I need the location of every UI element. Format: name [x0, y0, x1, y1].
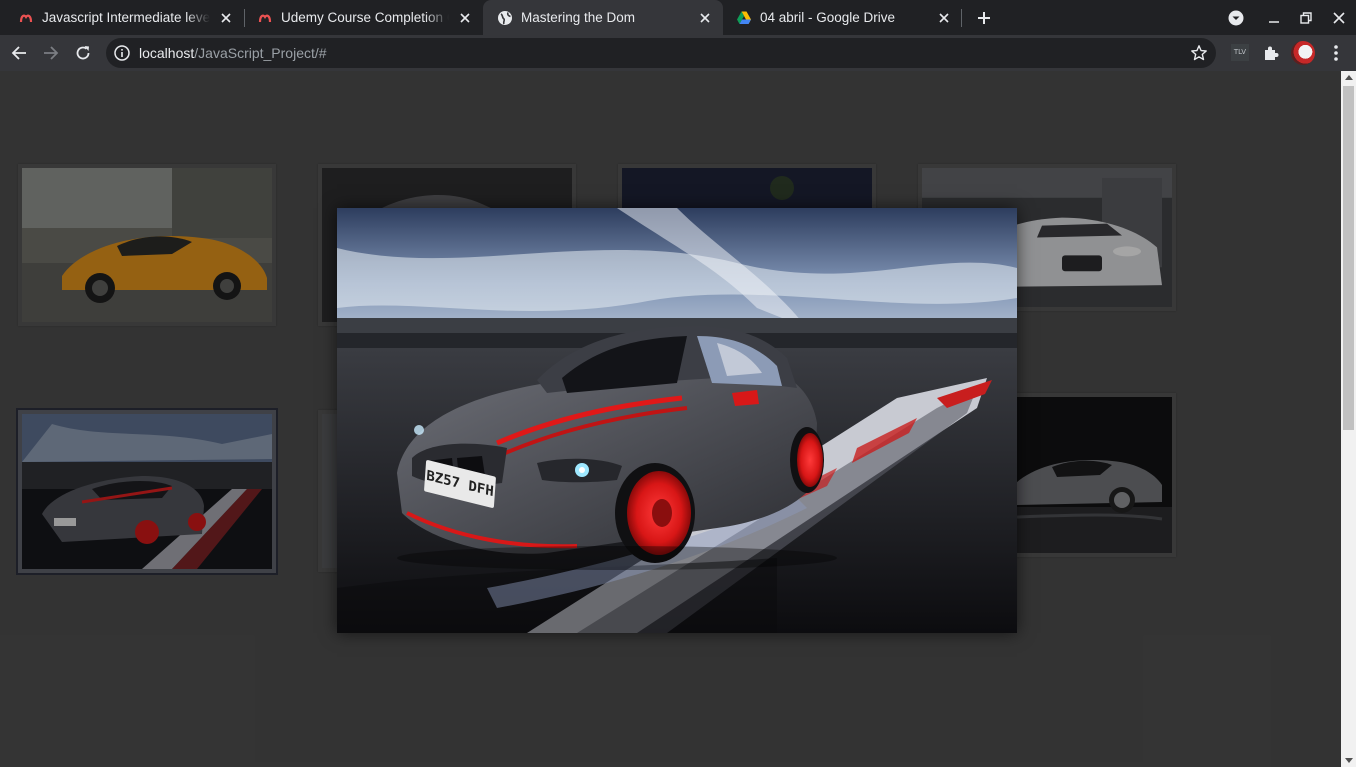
globe-icon — [497, 10, 513, 26]
browser-menu-button[interactable] — [1322, 39, 1350, 67]
tab-title: Mastering the Dom — [521, 10, 689, 25]
forward-button[interactable] — [37, 39, 65, 67]
more-vertical-icon — [1334, 45, 1338, 61]
minimize-icon — [1269, 21, 1279, 23]
tab-udemy-certificate[interactable]: Udemy Course Completion Ce — [243, 0, 483, 35]
arrow-right-icon — [44, 46, 59, 60]
puzzle-icon — [1265, 46, 1279, 60]
tab-search-button[interactable] — [1224, 6, 1248, 30]
minimize-button[interactable] — [1262, 6, 1286, 30]
reload-button[interactable] — [69, 39, 97, 67]
tlv-extension-icon[interactable]: TLV — [1231, 44, 1249, 61]
udemy-icon — [18, 10, 34, 26]
close-tab-icon[interactable] — [455, 8, 475, 28]
close-tab-icon[interactable] — [695, 8, 715, 28]
close-window-button[interactable] — [1327, 6, 1351, 30]
scroll-up-arrow-icon[interactable] — [1345, 75, 1353, 80]
extensions-button[interactable] — [1257, 39, 1285, 67]
tab-title: 04 abril - Google Drive — [760, 10, 928, 25]
address-bar[interactable]: localhost/JavaScript_Project/# — [106, 38, 1216, 68]
close-tab-icon[interactable] — [216, 8, 236, 28]
back-button[interactable] — [5, 39, 33, 67]
tab-separator — [961, 9, 962, 27]
site-info-icon[interactable] — [114, 45, 130, 61]
url-path: /JavaScript_Project/# — [194, 45, 327, 61]
restore-button[interactable] — [1294, 6, 1318, 30]
tab-title: Udemy Course Completion Ce — [281, 10, 449, 25]
tab-google-drive[interactable]: 04 abril - Google Drive — [722, 0, 962, 35]
url-text[interactable]: localhost/JavaScript_Project/# — [139, 45, 327, 61]
google-drive-icon — [736, 10, 752, 26]
arrow-left-icon — [11, 46, 26, 60]
tab-strip: Javascript Intermediate level Udemy Cour… — [0, 0, 1356, 35]
scrollbar-thumb[interactable] — [1343, 86, 1354, 430]
reload-icon — [76, 46, 90, 60]
scroll-down-arrow-icon[interactable] — [1345, 758, 1353, 763]
new-tab-button[interactable] — [972, 6, 996, 30]
close-tab-icon[interactable] — [934, 8, 954, 28]
bookmark-star-icon[interactable] — [1190, 44, 1208, 62]
bmw-race-track-large-image — [337, 208, 1017, 633]
browser-toolbar: localhost/JavaScript_Project/# TLV — [0, 35, 1356, 71]
page-scrollbar[interactable] — [1341, 71, 1356, 767]
plus-icon — [978, 12, 990, 24]
page-viewport: BZ57 DFH — [0, 71, 1341, 767]
lightbox-image[interactable]: BZ57 DFH — [337, 208, 1017, 633]
chevron-down-circle-icon — [1228, 10, 1244, 26]
tab-mastering-the-dom[interactable]: Mastering the Dom — [483, 0, 723, 35]
close-icon — [1333, 12, 1345, 24]
profile-avatar[interactable] — [1291, 41, 1315, 65]
tab-title: Javascript Intermediate level — [42, 10, 210, 25]
restore-icon — [1300, 12, 1312, 24]
udemy-icon — [257, 10, 273, 26]
tab-javascript-intermediate[interactable]: Javascript Intermediate level — [4, 0, 244, 35]
url-host: localhost — [139, 45, 195, 61]
